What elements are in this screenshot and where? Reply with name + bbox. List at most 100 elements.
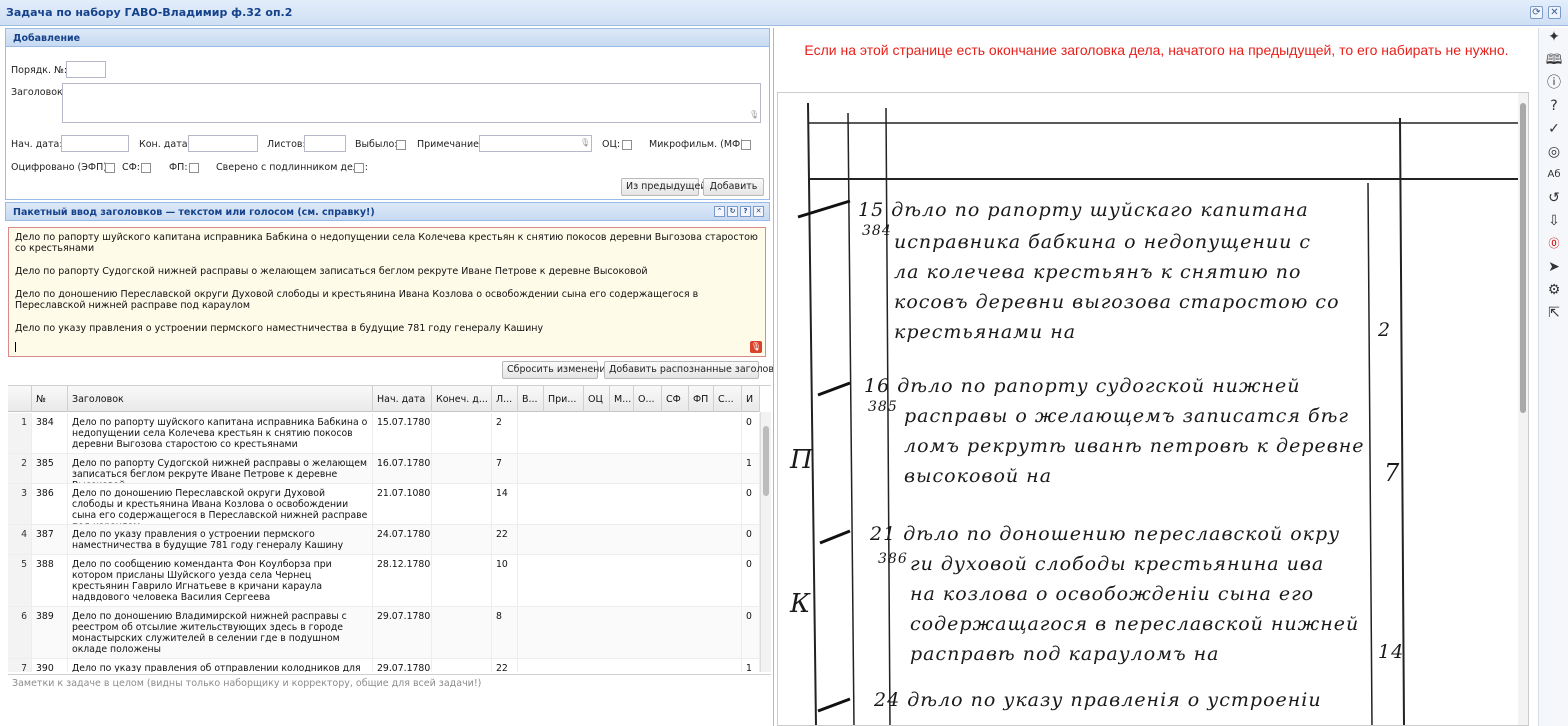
verified-label: Сверено с подлинником дела: bbox=[216, 162, 368, 173]
mic-icon[interactable]: 🎙 bbox=[750, 341, 762, 353]
row-number: 1 bbox=[8, 413, 32, 453]
column-header-oc[interactable]: ОЦ bbox=[584, 386, 610, 412]
grid-scrollbar[interactable] bbox=[760, 412, 771, 672]
table-row[interactable]: 4 387 Дело по указу правления о устроени… bbox=[8, 525, 760, 555]
document-scan-viewer[interactable]: 15 дѣло по рапорту шуйскаго капитана 384… bbox=[777, 92, 1529, 726]
mic-icon[interactable]: 🎙 bbox=[580, 138, 590, 148]
column-header-mf[interactable]: М... bbox=[610, 386, 634, 412]
table-row[interactable]: 2 385 Дело по рапорту Судогской нижней р… bbox=[8, 454, 760, 484]
digitized-checkbox[interactable] bbox=[105, 163, 115, 173]
verified-checkbox[interactable] bbox=[354, 163, 364, 173]
close-icon[interactable]: ✕ bbox=[1548, 6, 1561, 19]
handwriting-line: расправѣ под карауломъ на bbox=[910, 643, 1220, 665]
dropped-checkbox[interactable] bbox=[396, 140, 406, 150]
end-date-input[interactable] bbox=[188, 135, 258, 152]
column-header-sf[interactable]: СФ bbox=[662, 386, 689, 412]
order-input[interactable] bbox=[66, 61, 106, 78]
refresh-icon[interactable]: ⟳ bbox=[1530, 6, 1543, 19]
handwriting-line: 384 bbox=[862, 223, 892, 239]
row-number: 2 bbox=[8, 454, 32, 483]
table-row[interactable]: 1 384 Дело по рапорту шуйского капитана … bbox=[8, 413, 760, 454]
table-row[interactable]: 3 386 Дело по доношению Переславской окр… bbox=[8, 484, 760, 525]
sheets-input[interactable] bbox=[304, 135, 346, 152]
close-icon[interactable]: ✕ bbox=[753, 206, 764, 217]
batch-line: Дело по указу правления о устроении перм… bbox=[15, 323, 544, 334]
column-header-note[interactable]: При... bbox=[544, 386, 584, 412]
mic-icon[interactable]: 🎙 bbox=[749, 110, 759, 120]
note-input[interactable]: 🎙 bbox=[479, 135, 592, 152]
add-panel-header: Добавление bbox=[5, 28, 770, 47]
refresh-icon[interactable]: ↻ bbox=[727, 206, 738, 217]
cell-num: 390 bbox=[32, 659, 68, 672]
left-pane: Добавление Порядк. №: Заголовок: 🎙 Нач. … bbox=[5, 28, 786, 726]
handwriting-line: 21 дѣло по доношению переславской окру bbox=[870, 523, 1341, 545]
column-header-end-date[interactable]: Конеч. д... bbox=[432, 386, 492, 412]
info-icon[interactable]: ⓘ bbox=[1545, 74, 1563, 92]
column-header-fp[interactable]: ФП bbox=[689, 386, 714, 412]
row-number: 6 bbox=[8, 607, 32, 658]
handwriting-line: 24 дѣло по указу правленiя о устроенiи bbox=[874, 689, 1322, 711]
cell-sheets: 22 bbox=[492, 659, 518, 672]
cell-title: Дело по указу правления о устроении перм… bbox=[68, 525, 373, 554]
help-icon[interactable]: ? bbox=[740, 206, 751, 217]
table-row[interactable]: 5 388 Дело по сообщению коменданта Фон К… bbox=[8, 555, 760, 607]
row-number: 3 bbox=[8, 484, 32, 524]
from-previous-button[interactable]: Из предыдущей bbox=[621, 178, 707, 196]
send-icon[interactable]: ➤ bbox=[1545, 258, 1563, 276]
column-header-title[interactable]: Заголовок bbox=[68, 386, 373, 412]
cell-num: 388 bbox=[32, 555, 68, 606]
cell-title: Дело по рапорту шуйского капитана исправ… bbox=[68, 413, 373, 453]
handwriting-line: исправника бабкина о недопущении с bbox=[894, 231, 1312, 253]
download-icon[interactable]: ⇩ bbox=[1545, 212, 1563, 230]
add-button[interactable]: Добавить bbox=[703, 178, 764, 196]
sparkle-icon[interactable]: ✦ bbox=[1545, 28, 1563, 46]
handwriting-line: высоковой на bbox=[904, 465, 1053, 487]
document-scrollbar[interactable] bbox=[1518, 93, 1528, 725]
rotate-icon[interactable]: ↺ bbox=[1545, 189, 1563, 207]
sf-checkbox[interactable] bbox=[141, 163, 151, 173]
export-icon[interactable]: ⇱ bbox=[1545, 304, 1563, 322]
batch-line: Дело по рапорту шуйского капитана исправ… bbox=[15, 232, 758, 254]
heading-label: Заголовок: bbox=[11, 87, 66, 98]
check-circle-icon[interactable]: ✓ bbox=[1545, 120, 1563, 138]
add-recognized-button[interactable]: Добавить распознанные заголовки bbox=[604, 361, 786, 379]
table-row[interactable]: 6 389 Дело по доношению Владимирской ниж… bbox=[8, 607, 760, 659]
column-header-dropped[interactable]: В... bbox=[518, 386, 544, 412]
oc-checkbox[interactable] bbox=[622, 140, 632, 150]
cell-flags bbox=[518, 607, 742, 658]
cell-flags bbox=[518, 525, 742, 554]
start-date-input[interactable] bbox=[61, 135, 129, 152]
help-icon[interactable]: ? bbox=[1545, 97, 1563, 115]
cell-num: 385 bbox=[32, 454, 68, 483]
collapse-icon[interactable]: ⌃ bbox=[714, 206, 725, 217]
cell-num: 386 bbox=[32, 484, 68, 524]
column-header-num[interactable]: № bbox=[32, 386, 68, 412]
warning-message: Если на этой странице есть окончание заг… bbox=[804, 42, 1509, 58]
heading-textarea[interactable]: 🎙 bbox=[62, 83, 761, 123]
cell-sheets: 10 bbox=[492, 555, 518, 606]
settings-icon[interactable]: ⚙ bbox=[1545, 281, 1563, 299]
batch-textarea[interactable]: Дело по рапорту шуйского капитана исправ… bbox=[8, 227, 766, 357]
zero-badge-icon[interactable]: ⓪ bbox=[1545, 235, 1563, 253]
table-row[interactable]: 7 390 Дело по указу правления об отправл… bbox=[8, 659, 760, 672]
translate-icon[interactable]: Аб bbox=[1545, 166, 1563, 184]
globe-icon[interactable]: ◎ bbox=[1545, 143, 1563, 161]
cell-end-date bbox=[432, 413, 492, 453]
document-scroll-thumb[interactable] bbox=[1520, 103, 1526, 413]
column-header-verified[interactable]: С... bbox=[714, 386, 742, 412]
reset-changes-button[interactable]: Сбросить изменения bbox=[502, 361, 611, 379]
task-notes-textarea[interactable]: Заметки к задаче в целом (видны только н… bbox=[8, 674, 771, 724]
cell-sheets: 14 bbox=[492, 484, 518, 524]
handwriting-line: содержащагося в переславской нижней bbox=[910, 613, 1360, 635]
column-header-efp[interactable]: О... bbox=[634, 386, 662, 412]
batch-panel-header: Пакетный ввод заголовков — текстом или г… bbox=[5, 202, 770, 221]
microfilm-checkbox[interactable] bbox=[741, 140, 751, 150]
grid-scroll-thumb[interactable] bbox=[763, 426, 769, 496]
cell-last: 0 bbox=[742, 607, 760, 658]
column-header-sheets[interactable]: Л... bbox=[492, 386, 518, 412]
fp-checkbox[interactable] bbox=[189, 163, 199, 173]
book-icon[interactable]: 🕮 bbox=[1545, 51, 1563, 69]
cell-end-date bbox=[432, 607, 492, 658]
column-header-last[interactable]: И bbox=[742, 386, 760, 412]
column-header-start-date[interactable]: Нач. дата bbox=[373, 386, 432, 412]
